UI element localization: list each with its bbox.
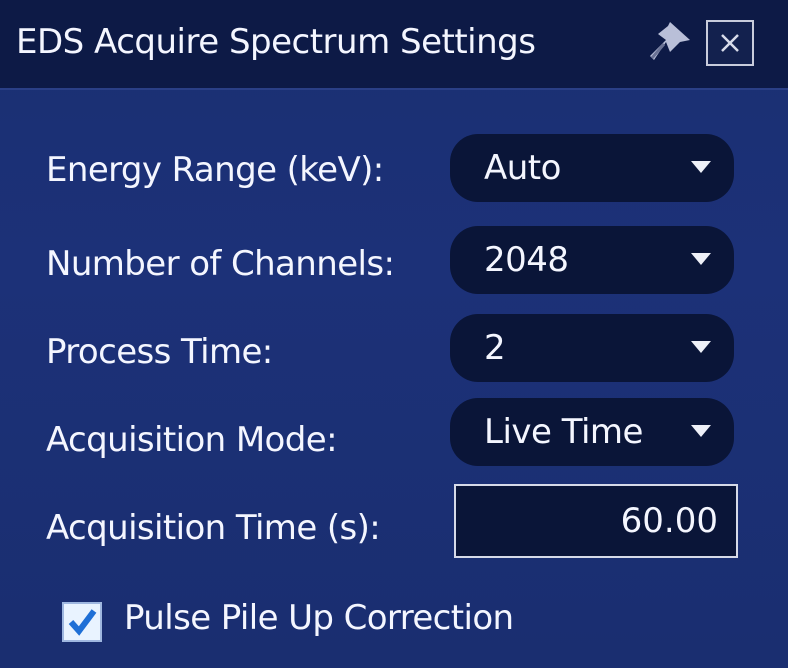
channels-label: Number of Channels: (46, 244, 395, 284)
process-time-label: Process Time: (46, 332, 273, 372)
eds-settings-dialog: EDS Acquire Spectrum Settings Energy Ran… (0, 0, 788, 668)
process-time-value: 2 (484, 328, 506, 368)
energy-range-dropdown[interactable]: Auto (450, 134, 734, 202)
pin-icon[interactable] (644, 20, 692, 64)
title-bar[interactable]: EDS Acquire Spectrum Settings (0, 0, 788, 90)
chevron-down-icon (691, 341, 711, 353)
dialog-title: EDS Acquire Spectrum Settings (16, 22, 536, 62)
acquisition-mode-value: Live Time (484, 412, 643, 452)
acquisition-mode-dropdown[interactable]: Live Time (450, 398, 734, 466)
energy-range-value: Auto (484, 148, 561, 188)
acquisition-mode-label: Acquisition Mode: (46, 420, 338, 460)
close-icon (721, 34, 739, 52)
channels-dropdown[interactable]: 2048 (450, 226, 734, 294)
channels-value: 2048 (484, 240, 569, 280)
acquisition-time-field[interactable] (454, 484, 738, 558)
chevron-down-icon (691, 161, 711, 173)
pulse-pile-up-label[interactable]: Pulse Pile Up Correction (124, 598, 514, 638)
pulse-pile-up-checkbox[interactable] (62, 602, 102, 642)
acquisition-time-input[interactable] (456, 486, 736, 556)
energy-range-label: Energy Range (keV): (46, 150, 384, 190)
chevron-down-icon (691, 425, 711, 437)
chevron-down-icon (691, 253, 711, 265)
checkmark-icon (68, 609, 97, 636)
close-button[interactable] (706, 20, 754, 66)
process-time-dropdown[interactable]: 2 (450, 314, 734, 382)
acquisition-time-label: Acquisition Time (s): (46, 508, 381, 548)
